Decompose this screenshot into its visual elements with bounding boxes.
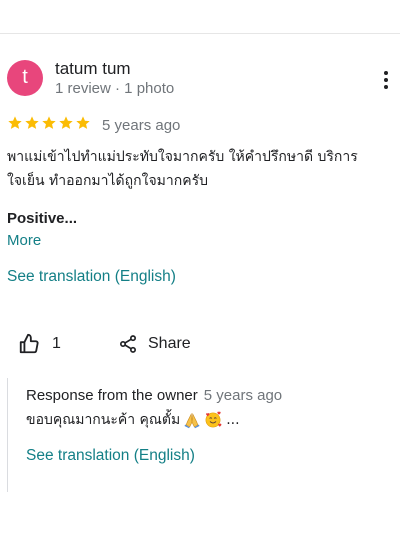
smiling-face-with-hearts-icon xyxy=(205,411,222,428)
review-text-line: ใจเย็น ทำออกมาได้ถูกใจมากครับ xyxy=(7,173,208,189)
star-icon xyxy=(59,116,73,129)
star-icon xyxy=(8,116,22,129)
share-label: Share xyxy=(148,335,191,352)
owner-response-text: ขอบคุณมากนะค้า คุณตั้ม ... xyxy=(26,410,240,430)
share-button[interactable]: Share xyxy=(118,333,191,355)
owner-response-body: ขอบคุณมากนะค้า คุณตั้ม xyxy=(26,412,181,428)
share-icon xyxy=(120,335,136,353)
review-text: พาแม่เข้าไปทำแม่ประทับใจมากครับ ให้คำปรึ… xyxy=(7,145,392,193)
positive-label: Positive... xyxy=(7,210,78,227)
like-count: 1 xyxy=(52,335,61,352)
star-icon xyxy=(76,116,90,129)
owner-response-date: 5 years ago xyxy=(203,387,283,404)
owner-response-title: Response from the owner 5 years ago xyxy=(26,387,282,404)
review-date: 5 years ago xyxy=(102,117,181,134)
folded-hands-icon xyxy=(184,412,200,429)
more-link[interactable]: More xyxy=(7,232,41,249)
owner-response-heading: Response from the owner xyxy=(26,387,198,404)
reviewer-meta: 1 review · 1 photo xyxy=(55,80,175,97)
avatar[interactable]: t xyxy=(7,60,43,96)
reviewer-name[interactable]: tatum tum xyxy=(55,59,131,79)
star-icon xyxy=(25,116,39,129)
like-button[interactable]: 1 xyxy=(18,333,61,355)
star-rating xyxy=(7,115,91,131)
top-divider xyxy=(0,33,400,34)
see-translation-link[interactable]: See translation (English) xyxy=(7,268,176,286)
review-text-line: พาแม่เข้าไปทำแม่ประทับใจมากครับ ให้คำปรึ… xyxy=(7,149,358,165)
more-options-icon[interactable] xyxy=(380,70,392,90)
owner-response-bar xyxy=(7,378,8,492)
owner-response-ellipsis: ... xyxy=(226,412,240,428)
star-icon xyxy=(42,116,56,129)
owner-see-translation-link[interactable]: See translation (English) xyxy=(26,447,195,465)
thumbs-up-icon xyxy=(19,333,39,354)
